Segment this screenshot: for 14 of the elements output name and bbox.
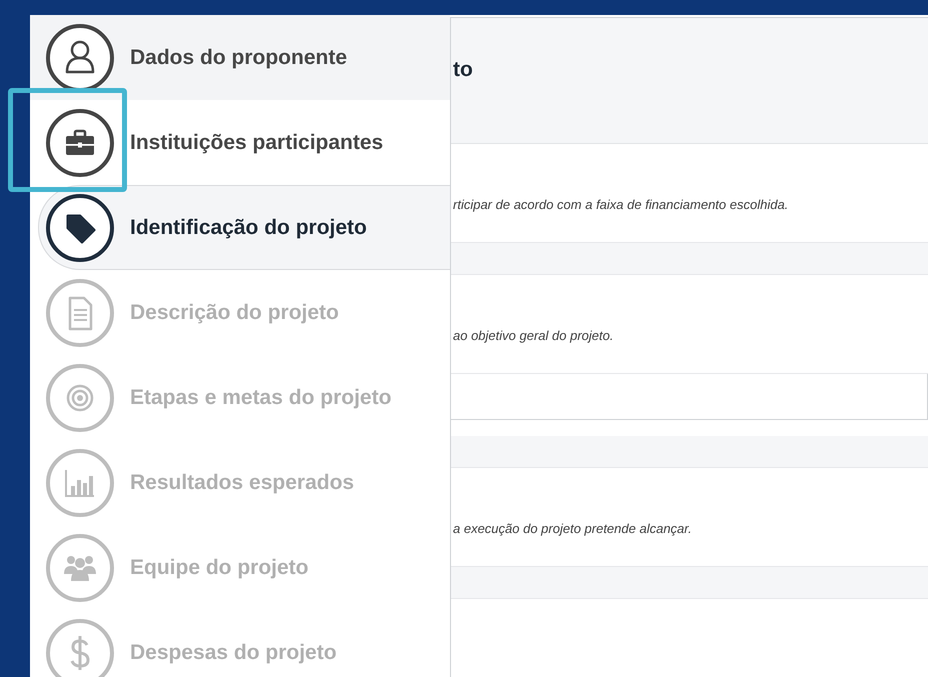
field-description: rticipar de acordo com a faixa de financiamento escolhida. — [453, 197, 788, 212]
section-title: to — [453, 58, 473, 81]
group-icon — [45, 532, 115, 602]
field-description: ao objetivo geral do projeto. — [453, 328, 614, 343]
briefcase-icon — [45, 108, 115, 178]
input-field[interactable] — [451, 374, 928, 420]
menu-item[interactable]: Identificação do projeto — [38, 185, 450, 270]
tag-icon — [45, 192, 115, 262]
field-description: a execução do projeto pretende alcançar. — [453, 521, 692, 536]
document-icon — [45, 278, 115, 348]
bar-chart-icon — [45, 448, 115, 518]
menu-item[interactable]: Dados do proponente — [30, 15, 450, 100]
target-icon — [45, 362, 115, 432]
menu-item[interactable]: Instituições participantes — [30, 100, 450, 185]
